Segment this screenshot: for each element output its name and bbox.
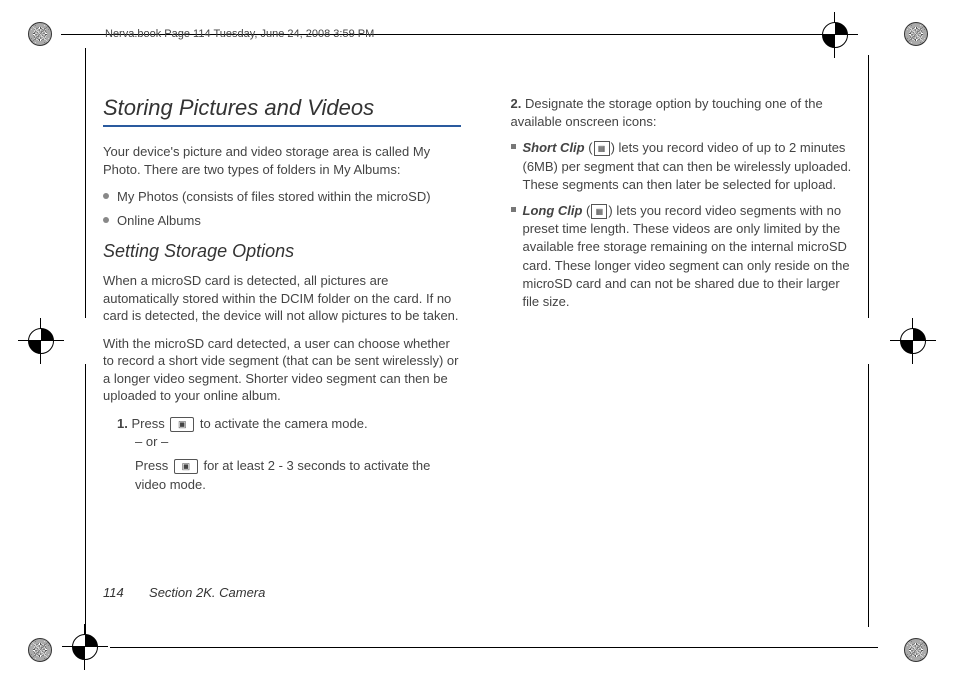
page-number: 114 (103, 585, 124, 600)
subsection-title: Setting Storage Options (103, 241, 461, 262)
crop-mark-bl (28, 638, 50, 660)
step-alt: Press ▣ for at least 2 - 3 seconds to ac… (117, 457, 461, 493)
crop-mark-tl (28, 22, 50, 44)
option-label: Short Clip (523, 140, 585, 155)
crop-line-bottom (110, 647, 878, 648)
reg-mark-ml (28, 328, 54, 354)
step-number: 1. (117, 416, 128, 431)
page-content: Storing Pictures and Videos Your device'… (103, 95, 854, 500)
page-footer: 114 Section 2K. Camera (103, 585, 265, 600)
step-alt-pre: Press (135, 458, 172, 473)
list-item: My Photos (consists of files stored with… (103, 188, 461, 206)
column-right: 2. Designate the storage option by touch… (497, 95, 855, 500)
crop-line-left-lower (85, 364, 86, 634)
camera-key-icon: ▣ (174, 459, 198, 474)
step-text-pre: Press (131, 416, 168, 431)
step-text: Designate the storage option by touching… (511, 96, 823, 129)
album-types-list: My Photos (consists of files stored with… (103, 188, 461, 229)
section-title: Storing Pictures and Videos (103, 95, 461, 121)
crop-line-right-upper (868, 55, 869, 318)
options-list: Short Clip (▦) lets you record video of … (511, 139, 855, 311)
option-text: lets you record video segments with no p… (523, 203, 850, 309)
body-paragraph: With the microSD card detected, a user c… (103, 335, 461, 405)
crop-mark-br (904, 638, 926, 660)
camera-key-icon: ▣ (170, 417, 194, 432)
long-clip-icon: ▦ (591, 204, 607, 219)
body-paragraph: When a microSD card is detected, all pic… (103, 272, 461, 325)
option-short-clip: Short Clip (▦) lets you record video of … (511, 139, 855, 194)
section-label: Section 2K. Camera (149, 585, 265, 600)
step-number: 2. (511, 96, 522, 111)
reg-mark-tc (822, 22, 848, 48)
list-item: Online Albums (103, 212, 461, 230)
reg-mark-mr (900, 328, 926, 354)
steps-list: 1. Press ▣ to activate the camera mode. … (103, 415, 461, 494)
step-item: 1. Press ▣ to activate the camera mode. … (117, 415, 461, 494)
option-long-clip: Long Clip (▦) lets you record video segm… (511, 202, 855, 311)
or-divider: – or – (117, 433, 461, 451)
step-item: 2. Designate the storage option by touch… (511, 95, 855, 311)
intro-paragraph: Your device's picture and video storage … (103, 143, 461, 178)
step-text-post: to activate the camera mode. (196, 416, 367, 431)
steps-list-continued: 2. Designate the storage option by touch… (497, 95, 855, 311)
short-clip-icon: ▦ (594, 141, 610, 156)
crop-line-right-lower (868, 364, 869, 627)
reg-mark-bc (72, 634, 98, 660)
crop-mark-tr (904, 22, 926, 44)
column-left: Storing Pictures and Videos Your device'… (103, 95, 461, 500)
page-metadata: Nerva.book Page 114 Tuesday, June 24, 20… (105, 28, 374, 40)
option-label: Long Clip (523, 203, 583, 218)
crop-line-left-upper (85, 48, 86, 318)
